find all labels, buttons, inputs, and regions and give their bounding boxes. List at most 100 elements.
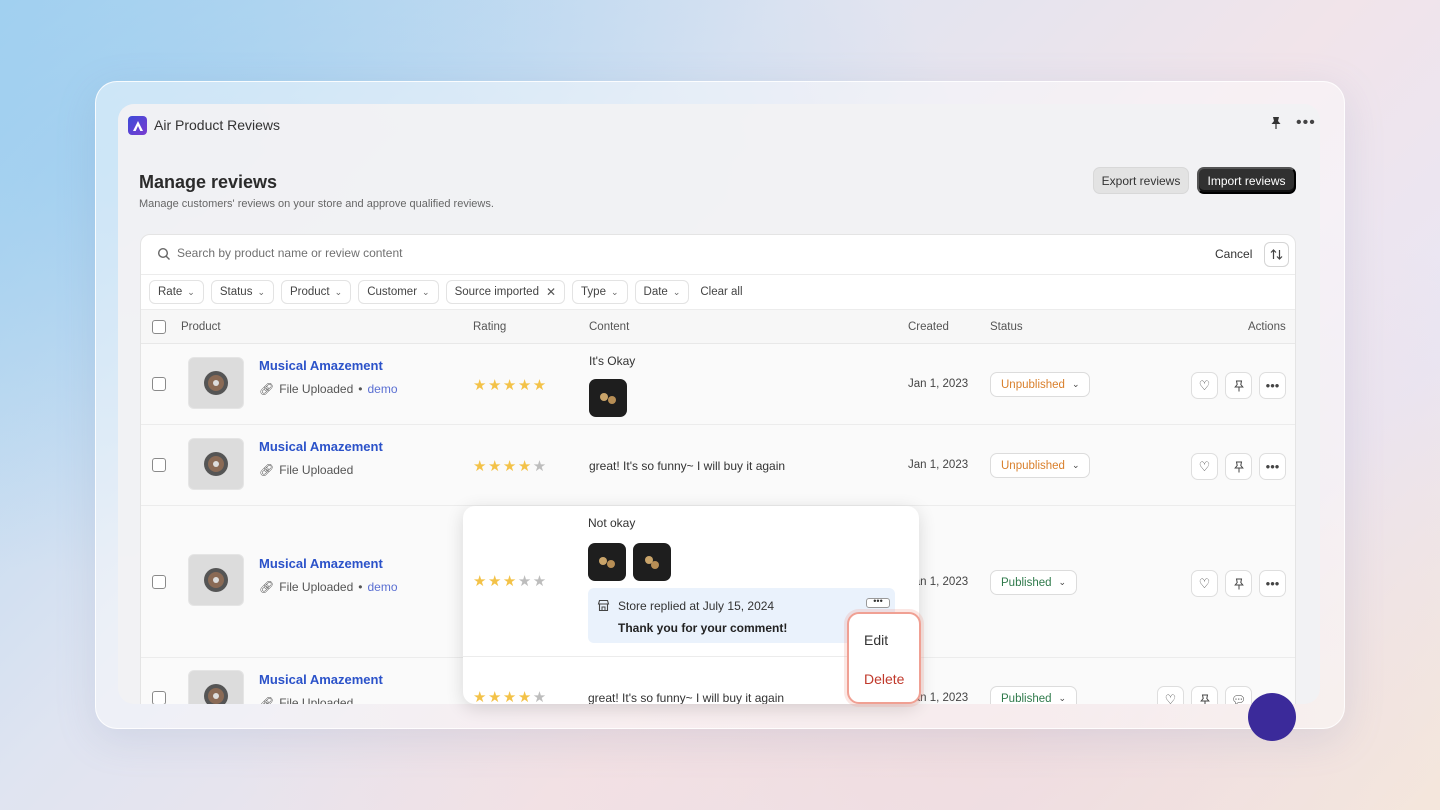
product-name-link[interactable]: Musical Amazement <box>259 439 383 454</box>
store-icon <box>597 599 610 612</box>
row-more-button[interactable]: ••• <box>1259 570 1286 597</box>
filter-type-label: Type <box>581 286 606 298</box>
filter-source-label: Source imported <box>454 286 539 298</box>
column-created: Created <box>908 321 949 333</box>
reply-body: Thank you for your comment! <box>618 621 788 635</box>
filter-type[interactable]: Type ⌄ <box>572 280 628 304</box>
column-product: Product <box>181 321 221 333</box>
product-thumbnail <box>188 670 244 704</box>
heart-icon: ♡ <box>1164 691 1177 705</box>
search-input[interactable] <box>177 246 677 260</box>
more-options-icon: ••• <box>1265 378 1280 393</box>
row-checkbox[interactable] <box>152 575 166 589</box>
column-content: Content <box>589 321 630 333</box>
app-title: Air Product Reviews <box>154 117 281 133</box>
chevron-down-icon: ⌄ <box>1058 577 1067 587</box>
chevron-down-icon: ⌄ <box>334 286 343 297</box>
filter-customer-label: Customer <box>367 286 418 298</box>
filter-status[interactable]: Status ⌄ <box>210 280 274 304</box>
pin-review-button[interactable] <box>1191 686 1218 704</box>
status-label: Unpublished <box>1001 459 1065 472</box>
link-icon: 🔗︎ <box>259 696 275 704</box>
pin-icon[interactable] <box>1270 116 1282 133</box>
demo-tag[interactable]: demo <box>367 580 397 594</box>
favorite-button[interactable]: ♡ <box>1191 570 1218 597</box>
review-content: It's Okay <box>589 354 636 368</box>
title-bar: Air Product Reviews ••• <box>118 104 1320 146</box>
product-name-link[interactable]: Musical Amazement <box>259 358 383 373</box>
row-more-button[interactable]: ••• <box>1259 453 1286 480</box>
rating-stars: ★★★★★ <box>473 458 548 475</box>
filter-date-label: Date <box>643 286 668 298</box>
review-image[interactable] <box>588 543 626 581</box>
favorite-button[interactable]: ♡ <box>1191 372 1218 399</box>
reply-more-button[interactable]: ••• <box>866 597 890 608</box>
row-more-button[interactable]: ••• <box>1259 372 1286 399</box>
created-date: Jan 1, 2023 <box>908 459 969 471</box>
file-label: File Uploaded <box>279 463 354 477</box>
status-dropdown[interactable]: Unpublished ⌄ <box>990 372 1091 397</box>
heart-icon: ♡ <box>1198 575 1211 591</box>
filter-source[interactable]: Source imported ✕ <box>445 280 566 304</box>
product-thumbnail <box>188 554 244 606</box>
favorite-button[interactable]: ♡ <box>1157 686 1184 704</box>
pin-review-button[interactable] <box>1225 453 1252 480</box>
row-checkbox[interactable] <box>152 691 166 704</box>
link-icon: 🔗︎ <box>259 382 275 396</box>
sort-button[interactable] <box>1264 242 1289 267</box>
reply-header: Store replied at July 15, 2024 <box>618 599 775 613</box>
chevron-down-icon: ⌄ <box>187 286 195 297</box>
favorite-button[interactable]: ♡ <box>1191 453 1218 480</box>
filter-product[interactable]: Product ⌄ <box>281 280 352 304</box>
status-dropdown[interactable]: Unpublished ⌄ <box>990 453 1091 478</box>
status-dropdown[interactable]: Published ⌄ <box>990 686 1078 705</box>
review-image[interactable] <box>633 543 671 581</box>
product-file-info: 🔗︎ File Uploaded • demo <box>259 580 398 594</box>
chevron-down-icon: ⌄ <box>257 286 265 297</box>
filter-rate-label: Rate <box>158 286 183 298</box>
product-file-info: 🔗︎ File Uploaded <box>259 463 353 477</box>
edit-reply-menu-item[interactable]: Edit <box>864 632 888 648</box>
review-content: Not okay <box>588 516 636 530</box>
heart-icon: ♡ <box>1198 377 1211 393</box>
import-reviews-button[interactable]: Import reviews <box>1197 167 1296 194</box>
chat-widget-button[interactable] <box>1248 693 1296 741</box>
row-checkbox[interactable] <box>152 377 166 391</box>
table-row[interactable]: Musical Amazement 🔗︎ File Uploaded ★★★★★ … <box>141 425 1295 506</box>
chevron-down-icon: ⌄ <box>422 286 430 297</box>
more-options-icon[interactable]: ••• <box>1296 114 1316 132</box>
rating-stars: ★★★★★ <box>473 377 548 394</box>
row-checkbox[interactable] <box>152 458 166 472</box>
product-file-info: 🔗︎ File Uploaded <box>259 696 353 704</box>
delete-reply-menu-item[interactable]: Delete <box>864 671 904 687</box>
pin-review-button[interactable] <box>1225 372 1252 399</box>
status-dropdown[interactable]: Published ⌄ <box>990 570 1078 595</box>
product-name-link[interactable]: Musical Amazement <box>259 672 383 687</box>
filter-rate[interactable]: Rate ⌄ <box>149 280 204 304</box>
product-thumbnail <box>188 357 244 409</box>
product-name-link[interactable]: Musical Amazement <box>259 556 383 571</box>
pin-review-button[interactable] <box>1225 570 1252 597</box>
cancel-search-button[interactable]: Cancel <box>1215 247 1252 261</box>
page-title: Manage reviews <box>139 172 278 192</box>
column-actions: Actions <box>1248 321 1286 333</box>
review-image[interactable] <box>589 379 627 417</box>
clear-all-button[interactable]: Clear all <box>700 286 742 298</box>
remove-filter-icon[interactable]: ✕ <box>546 285 556 299</box>
filter-bar: Rate ⌄ Status ⌄ Product ⌄ Customer ⌄ Source … <box>149 280 743 304</box>
select-all-checkbox[interactable] <box>152 320 166 334</box>
filter-customer[interactable]: Customer ⌄ <box>358 280 439 304</box>
bullet-separator: • <box>358 580 363 594</box>
status-label: Published <box>1001 692 1052 705</box>
table-row[interactable]: Musical Amazement 🔗︎ File Uploaded • demo ★… <box>141 344 1295 425</box>
page-subtitle: Manage customers' reviews on your store … <box>139 198 494 210</box>
export-reviews-button[interactable]: Export reviews <box>1093 167 1189 194</box>
ai-reply-button[interactable]: 💬︎ <box>1225 686 1252 704</box>
file-label: File Uploaded <box>279 696 354 704</box>
rating-stars: ★★★★★ <box>473 573 548 590</box>
filter-date[interactable]: Date ⌄ <box>634 280 690 304</box>
review-content: great! It's so funny~ I will buy it agai… <box>588 691 785 704</box>
product-thumbnail <box>188 438 244 490</box>
demo-tag[interactable]: demo <box>367 382 397 396</box>
review-content: great! It's so funny~ I will buy it agai… <box>589 459 786 473</box>
